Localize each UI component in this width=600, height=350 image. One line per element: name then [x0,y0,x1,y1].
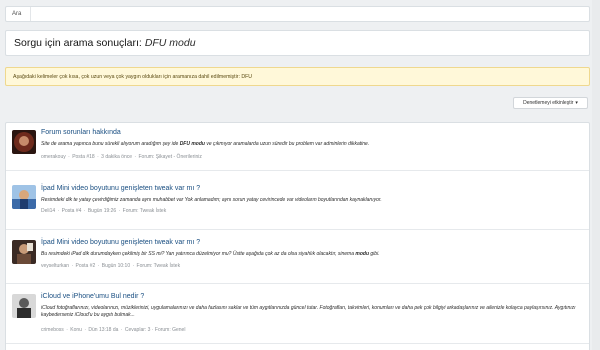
result-snippet: Resimdeki dik te yatay çevirdiğimiz zama… [41,197,579,204]
result-meta: crimeboss · Konu · Dün 13:18 da · Cevapl… [41,327,186,333]
snippet-text: iCloud fotoğraflarınızı, videolarınızı, … [41,305,576,318]
thread-type: Konu [70,327,82,333]
snippet-highlight: modu [355,251,370,257]
filter-button[interactable]: Denetlemeyi etkinleştir ▾ [513,97,588,109]
meta-sep: · [132,263,135,269]
filter-button-label: Denetlemeyi etkinleştir [523,100,574,106]
chevron-down-icon: ▾ [575,100,578,106]
result-title-link[interactable]: İpad Mini video boyutunu genişleten twea… [41,185,200,192]
meta-sep: · [71,263,74,269]
result-meta: Deli14 · Posta #4 · Bugün 19:26 · Forum:… [41,208,167,214]
author-link[interactable]: omerakouy [41,154,66,160]
snippet-highlight: DFU modu [179,141,205,147]
avatar[interactable] [12,294,36,318]
page-title: Sorgu için arama sonuçları: DFU modu [5,30,590,56]
meta-sep: · [118,208,121,214]
list-item: İpad Mini video boyutunu genişleten twea… [6,175,589,230]
post-number[interactable]: Posta #18 [72,154,95,160]
search-results-list: Forum sorunları hakkında Site de arama y… [5,122,590,350]
result-snippet: Site de arama yapınca bunu sürekli alıyo… [41,141,579,148]
page-title-query: DFU modu [144,37,196,49]
avatar[interactable] [12,130,36,154]
list-item: İpad Mini video boyutunu genişleten twea… [6,230,589,284]
meta-sep: · [83,208,86,214]
search-notice: Aşağıdaki kelimeler çok kısa, çok uzun v… [5,67,590,86]
meta-sep: · [120,327,123,333]
author-link[interactable]: crimeboss [41,327,64,333]
author-link[interactable]: Deli14 [41,208,55,214]
post-number[interactable]: Posta #2 [76,263,96,269]
author-link[interactable]: veyselturkan [41,263,69,269]
result-meta: omerakouy · Posta #18 · 3 dakika önce · … [41,154,203,160]
forum-link[interactable]: Forum: Tweak İstek [123,208,167,214]
snippet-text: Resimdeki dik te yatay çevirdiğimiz zama… [41,197,382,203]
page-edge [592,0,600,350]
result-snippet: Bu resimdeki iPad dik durumdayken çekilm… [41,251,579,258]
meta-sep: · [134,154,137,160]
breadcrumb: Ara [5,6,590,22]
list-item: iCloud ve iPhone'umu Bul nedir ? iCloud … [6,284,589,344]
result-meta: veyselturkan · Posta #2 · Bugün 10:10 · … [41,263,181,269]
snippet-text: ve çıkmıyor aramalarda uzun süredir bu p… [204,141,370,147]
forum-link[interactable]: Forum: Şikayet - Önerileriniz [138,154,201,160]
snippet-text: Site de arama yapınca bunu sürekli alıyo… [41,141,180,147]
forum-link[interactable]: Forum: Tweak İstek [137,263,181,269]
snippet-text: gibi. [369,251,380,257]
list-item: Forum sorunları hakkında Site de arama y… [6,123,589,171]
forum-link[interactable]: Cevaplar: 3 · Forum: Genel [125,327,186,333]
page-title-prefix: Sorgu için arama sonuçları: [14,37,142,49]
meta-sep: · [68,154,70,160]
result-title-link[interactable]: iCloud ve iPhone'umu Bul nedir ? [41,293,144,300]
result-title-link[interactable]: Forum sorunları hakkında [41,129,121,136]
meta-sep: · [66,327,68,333]
result-title-link[interactable]: İpad Mini video boyutunu genişleten twea… [41,239,200,246]
snippet-text: Bu resimdeki iPad dik durumdayken çekilm… [41,251,356,257]
meta-sep: · [57,208,60,214]
post-number[interactable]: Posta #4 [62,208,82,214]
avatar[interactable] [12,185,36,209]
meta-sep: · [97,154,99,160]
post-time: Bugün 19:26 [87,208,117,214]
post-time: 3 dakika önce [101,154,133,160]
result-snippet: iCloud fotoğraflarınızı, videolarınızı, … [41,305,579,319]
avatar[interactable] [12,240,36,264]
post-time: Bugün 10:10 [101,263,131,269]
meta-sep: · [97,263,100,269]
post-time: Dün 13:18 da [88,327,119,333]
meta-sep: · [84,327,86,333]
breadcrumb-item-search[interactable]: Ara [6,7,32,21]
